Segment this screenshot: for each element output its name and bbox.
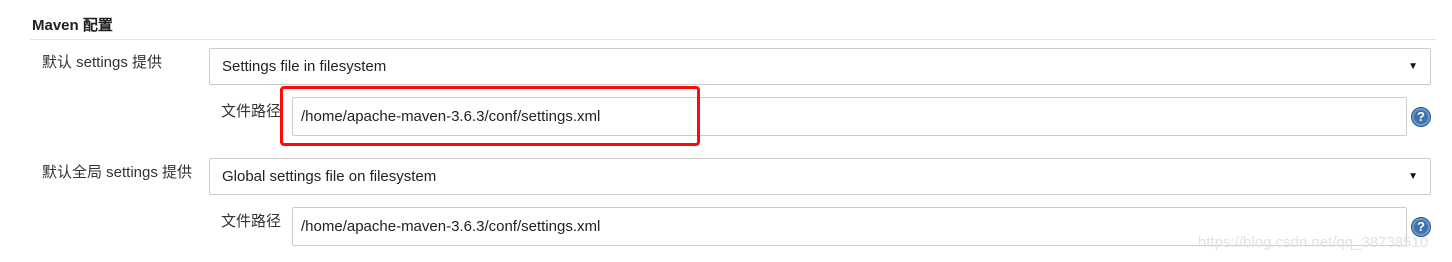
highlight-box [280, 86, 700, 146]
settings-path-label: 文件路径 [221, 103, 282, 120]
settings-provider-label: 默认 settings 提供 [42, 54, 163, 71]
section-divider [30, 39, 1436, 40]
help-icon[interactable]: ? [1411, 107, 1431, 127]
global-settings-path-label: 文件路径 [221, 213, 282, 230]
global-settings-provider-value: Global settings file on filesystem [222, 168, 437, 185]
global-settings-provider-select[interactable]: Global settings file on filesystem ▼ [209, 158, 1431, 195]
section-title: Maven 配置 [32, 17, 113, 34]
watermark: https://blog.csdn.net/qq_38738510 [1198, 234, 1429, 251]
chevron-down-icon: ▼ [1408, 61, 1418, 72]
settings-provider-select[interactable]: Settings file in filesystem ▼ [209, 48, 1431, 85]
global-settings-provider-label: 默认全局 settings 提供 [42, 164, 193, 181]
settings-provider-value: Settings file in filesystem [222, 58, 387, 75]
chevron-down-icon: ▼ [1408, 171, 1418, 182]
